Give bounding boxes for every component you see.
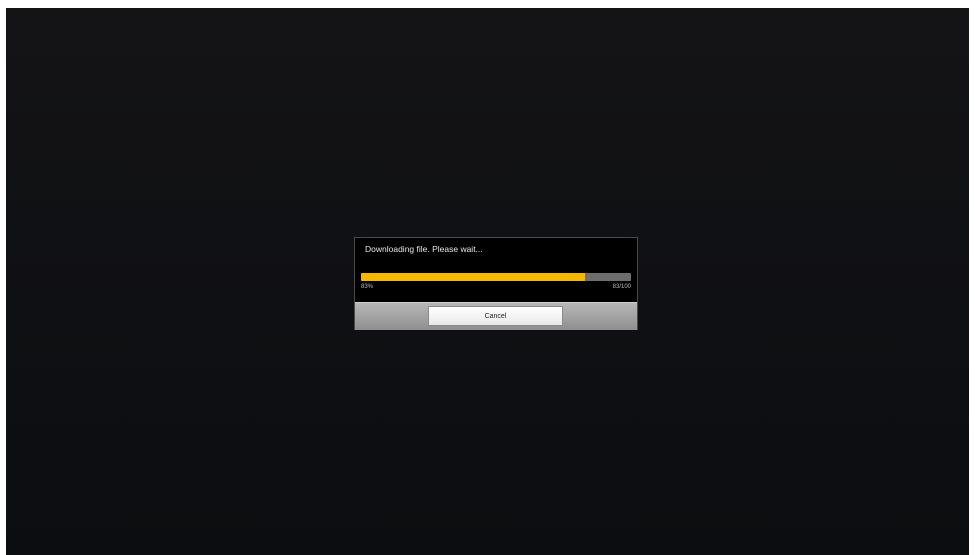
download-progress-dialog: Downloading file. Please wait... 83% 83/…: [354, 237, 638, 330]
cancel-button[interactable]: Cancel: [428, 306, 563, 326]
progress-bar: [361, 273, 631, 281]
dialog-message: Downloading file. Please wait...: [365, 244, 483, 254]
progress-bar-fill: [361, 273, 586, 281]
progress-count: 83/100: [612, 284, 631, 290]
tv-screen: Downloading file. Please wait... 83% 83/…: [6, 8, 969, 555]
progress-percent: 83%: [361, 284, 374, 290]
dialog-button-bar: Cancel: [355, 302, 637, 330]
